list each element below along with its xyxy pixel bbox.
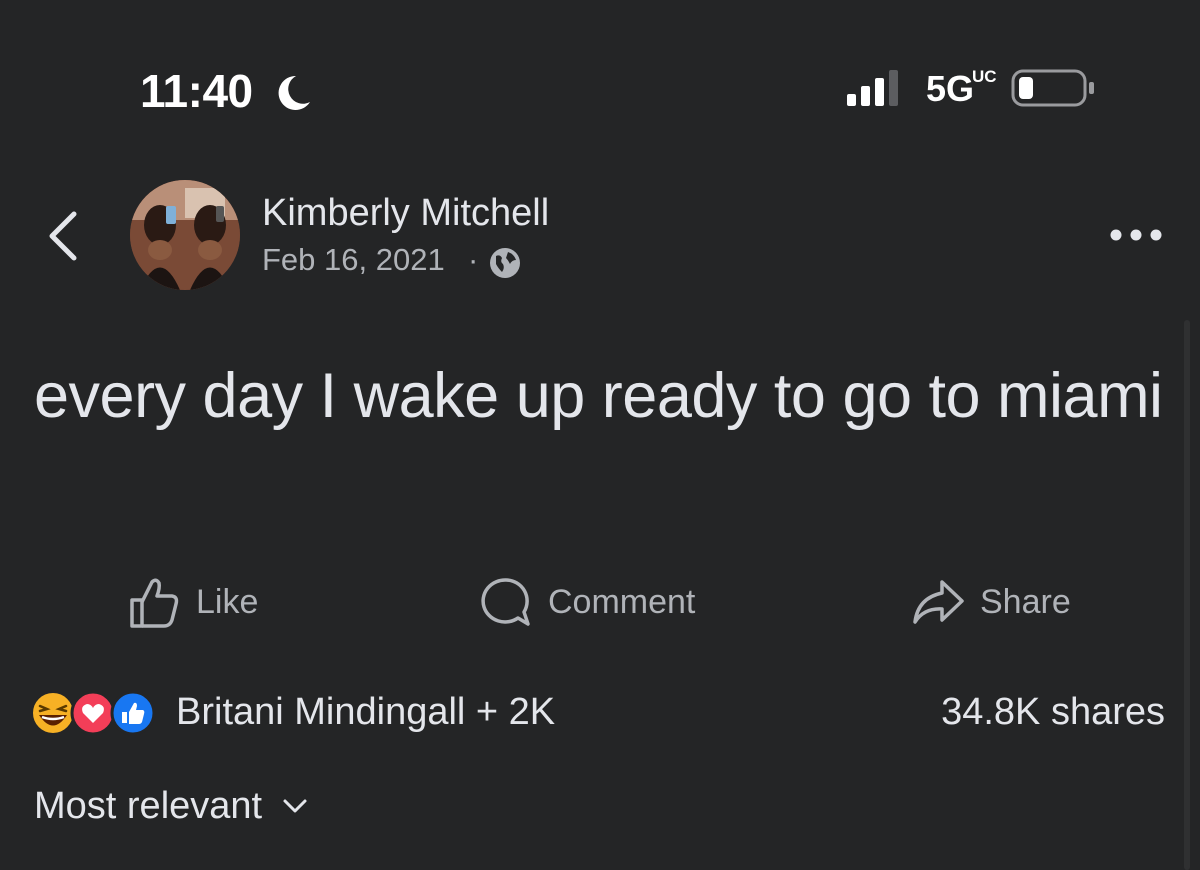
thumbs-up-icon xyxy=(130,578,179,628)
reaction-icons[interactable] xyxy=(30,690,170,736)
comment-button[interactable]: Comment xyxy=(478,570,695,634)
scrollbar[interactable] xyxy=(1184,320,1190,870)
chevron-down-icon xyxy=(283,799,307,813)
signal-icon xyxy=(847,70,898,106)
comment-sort-label: Most relevant xyxy=(34,784,263,827)
battery-icon xyxy=(1011,69,1094,107)
status-time: 11:40 xyxy=(140,65,253,117)
comment-bubble-icon xyxy=(481,578,530,626)
like-reaction-icon xyxy=(110,690,156,736)
share-button[interactable]: Share xyxy=(910,570,1071,634)
action-bar: Like Comment Share xyxy=(0,570,1200,640)
shares-count[interactable]: 34.8K shares xyxy=(941,691,1165,734)
like-button[interactable]: Like xyxy=(126,570,258,634)
post-header: Kimberly Mitchell Feb 16, 2021 · xyxy=(0,170,1200,300)
moon-icon xyxy=(278,75,310,110)
post-text: every day I wake up ready to go to miami xyxy=(34,361,1163,431)
network-subtype: UC xyxy=(972,67,997,86)
reactions-summary: Britani Mindingall + 2K 34.8K shares xyxy=(30,688,1180,738)
more-options-icon[interactable] xyxy=(1108,220,1164,250)
love-reaction-icon xyxy=(70,690,116,736)
reactors-summary-text[interactable]: Britani Mindingall + 2K xyxy=(176,691,555,734)
post-date[interactable]: Feb 16, 2021 xyxy=(262,242,445,277)
haha-reaction-icon xyxy=(31,691,75,735)
author-avatar[interactable] xyxy=(130,180,240,290)
author-name[interactable]: Kimberly Mitchell xyxy=(262,192,549,235)
post-meta: Feb 16, 2021 · xyxy=(262,242,520,278)
meta-separator: · xyxy=(468,242,479,277)
comment-label: Comment xyxy=(548,582,696,621)
share-label: Share xyxy=(980,582,1071,621)
globe-icon xyxy=(490,248,520,278)
like-label: Like xyxy=(196,582,259,621)
status-bar: 11:40 5G UC xyxy=(0,0,1200,150)
comment-sort-dropdown[interactable]: Most relevant xyxy=(34,784,310,828)
network-type: 5G xyxy=(926,68,975,109)
avatar-photo xyxy=(130,180,240,290)
back-arrow-icon[interactable] xyxy=(40,206,84,266)
share-arrow-icon xyxy=(913,580,964,624)
